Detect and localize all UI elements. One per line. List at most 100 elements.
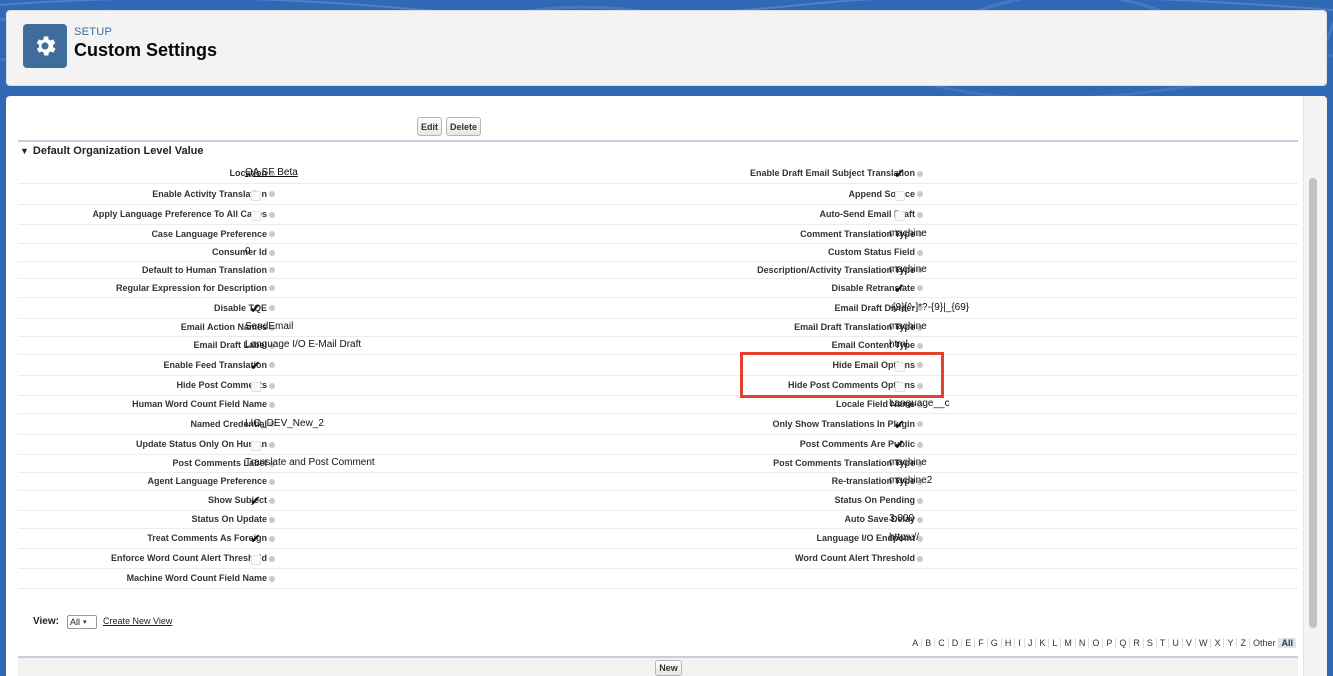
alpha-filter-d[interactable]: D — [949, 638, 963, 648]
alpha-filter-j[interactable]: J — [1025, 638, 1037, 648]
alpha-filter-g[interactable]: G — [988, 638, 1002, 648]
alpha-filter-c[interactable]: C — [935, 638, 949, 648]
alpha-filter-all[interactable]: All — [1278, 638, 1296, 648]
checkmark-icon: ✔ — [894, 416, 905, 432]
section-header[interactable]: ▼ Default Organization Level Value — [20, 145, 203, 157]
field-value: -{9}[^-]*?-{9}|_{69} — [889, 301, 970, 313]
info-icon[interactable] — [917, 191, 923, 198]
field-value: machine — [889, 227, 927, 239]
delete-button[interactable]: Delete — [446, 117, 481, 136]
unchecked-checkbox — [251, 190, 261, 201]
alpha-filter-w[interactable]: W — [1196, 638, 1212, 648]
info-icon[interactable] — [917, 516, 923, 523]
info-icon[interactable] — [269, 267, 275, 274]
alpha-filter-a[interactable]: A — [909, 638, 923, 648]
view-select[interactable]: All ▾ — [67, 615, 97, 629]
unchecked-checkbox — [895, 211, 905, 221]
new-button[interactable]: New — [655, 660, 682, 676]
field-label: Show Subject — [208, 495, 275, 505]
alpha-filter-p[interactable]: P — [1103, 638, 1117, 648]
field-label-text: Machine Word Count Field Name — [126, 573, 267, 583]
create-new-view-link[interactable]: Create New View — [103, 616, 172, 626]
info-icon[interactable] — [269, 401, 275, 408]
info-icon[interactable] — [269, 305, 275, 312]
alpha-filter-h[interactable]: H — [1002, 638, 1016, 648]
info-icon[interactable] — [269, 249, 275, 256]
custom-settings-detail: Edit Delete ▼ Default Organization Level … — [6, 96, 1327, 676]
alpha-filter-u[interactable]: U — [1169, 638, 1183, 648]
info-icon[interactable] — [917, 441, 923, 448]
field-label-text: Human Word Count Field Name — [132, 399, 267, 409]
field-label: Consumer Id — [212, 247, 275, 257]
alpha-filter-m[interactable]: M — [1061, 638, 1076, 648]
info-icon[interactable] — [269, 575, 275, 582]
field-label: Default to Human Translation — [142, 265, 275, 275]
info-icon[interactable] — [917, 342, 923, 349]
alpha-filter-q[interactable]: Q — [1116, 638, 1131, 648]
checkmark-icon: ✔ — [250, 300, 261, 316]
info-icon[interactable] — [269, 555, 275, 562]
field-value: LIO_DEV_New_2 — [245, 417, 324, 429]
alpha-filter-i[interactable]: I — [1015, 638, 1025, 648]
info-icon[interactable] — [269, 382, 275, 389]
info-icon[interactable] — [269, 497, 275, 504]
alpha-filter-other[interactable]: Other — [1250, 638, 1279, 648]
alpha-filter-z[interactable]: Z — [1237, 638, 1250, 648]
info-icon[interactable] — [269, 191, 275, 198]
field-label: Status On Pending — [834, 495, 923, 505]
field-value: Translate and Post Comment — [245, 457, 375, 468]
checkmark-icon: ✔ — [250, 493, 261, 508]
field-label-text: Status On Pending — [834, 495, 915, 505]
info-icon[interactable] — [269, 535, 275, 542]
view-label: View: — [33, 616, 59, 627]
alpha-filter-n[interactable]: N — [1076, 638, 1090, 648]
info-icon[interactable] — [917, 421, 923, 428]
triangle-down-icon[interactable]: ▼ — [20, 146, 29, 156]
info-icon[interactable] — [917, 555, 923, 562]
alpha-filter-l[interactable]: L — [1049, 638, 1062, 648]
field-value[interactable]: QA SF Beta — [245, 167, 298, 178]
info-icon[interactable] — [269, 441, 275, 448]
field-label-text: Enable Draft Email Subject Translation — [749, 168, 915, 178]
info-icon[interactable] — [269, 362, 275, 369]
unchecked-checkbox — [251, 382, 261, 392]
breadcrumb-setup[interactable]: SETUP — [74, 26, 112, 38]
alpha-filter-x[interactable]: X — [1211, 638, 1225, 648]
alpha-filter-b[interactable]: B — [922, 638, 936, 648]
info-icon[interactable] — [269, 211, 275, 218]
info-icon[interactable] — [917, 249, 923, 256]
alpha-filter-f[interactable]: F — [975, 638, 988, 648]
alpha-filter-e[interactable]: E — [962, 638, 976, 648]
info-icon[interactable] — [269, 478, 275, 485]
location-link[interactable]: QA SF Beta — [245, 167, 298, 178]
field-value: SendEmail — [245, 321, 294, 332]
alpha-filter-t[interactable]: T — [1157, 638, 1170, 648]
info-icon[interactable] — [917, 497, 923, 504]
scrollbar-thumb[interactable] — [1309, 178, 1317, 628]
alpha-filter-r[interactable]: R — [1130, 638, 1144, 648]
field-label-text: Enforce Word Count Alert Threshold — [110, 553, 267, 563]
info-icon[interactable] — [269, 516, 275, 523]
alpha-filter-y[interactable]: Y — [1224, 638, 1238, 648]
field-label: Machine Word Count Field Name — [127, 573, 275, 583]
scrollbar[interactable] — [1303, 96, 1327, 676]
info-icon[interactable] — [917, 285, 923, 292]
alpha-filter-s[interactable]: S — [1144, 638, 1157, 648]
field-row — [18, 164, 1298, 184]
info-icon[interactable] — [917, 170, 923, 177]
field-value: machine — [889, 457, 927, 468]
edit-button[interactable]: Edit — [417, 117, 442, 136]
info-icon[interactable] — [269, 231, 275, 238]
info-icon[interactable] — [917, 211, 923, 218]
alpha-filter-k[interactable]: K — [1036, 638, 1050, 648]
info-icon[interactable] — [269, 285, 275, 292]
highlight-box — [740, 352, 944, 398]
field-value: Language__c — [889, 398, 950, 409]
alpha-filter-v[interactable]: V — [1183, 638, 1196, 648]
field-label: Email Content Type — [832, 340, 923, 350]
page-title: Custom Settings — [74, 40, 218, 60]
alpha-filter-o[interactable]: O — [1089, 638, 1104, 648]
checkmark-icon: ✔ — [894, 437, 905, 452]
field-label-text: Consumer Id — [211, 247, 267, 257]
field-label: Word Count Alert Threshold — [795, 553, 923, 563]
